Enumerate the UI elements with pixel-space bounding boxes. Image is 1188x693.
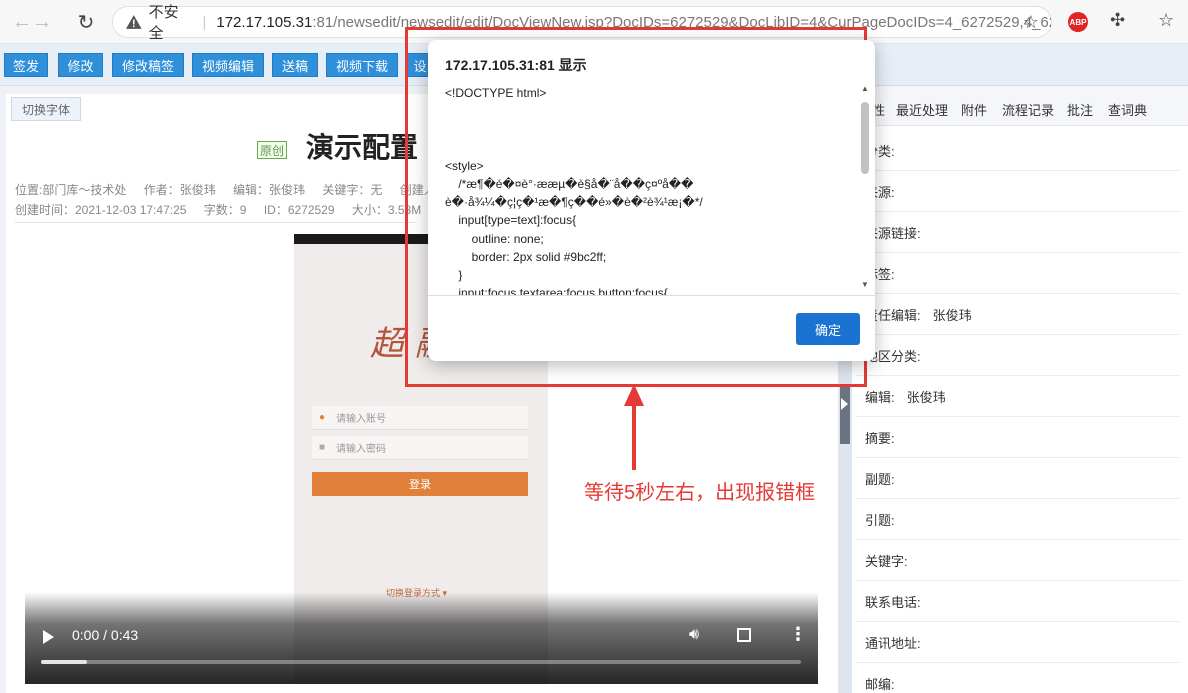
tab-attachments[interactable]: 附件 — [961, 100, 987, 119]
document-title: 演示配置 — [306, 132, 419, 163]
property-row[interactable]: 来源链接: — [856, 212, 1180, 253]
properties-panel: 性 最近处理 附件 流程记录 批注 查词典 分类: 来源: 来源链接: 标签: 责任编辑… — [852, 86, 1188, 693]
lock-icon: ■ — [319, 442, 326, 453]
insecure-label[interactable]: 不安全 — [149, 1, 193, 43]
property-row[interactable]: 摘要: — [856, 417, 1180, 458]
url-separator: | — [202, 13, 207, 31]
forward-icon[interactable]: → — [28, 8, 56, 36]
property-value: 张俊玮 — [932, 307, 972, 323]
scroll-thumb[interactable] — [861, 102, 869, 174]
collapse-grip[interactable] — [840, 384, 850, 444]
account-placeholder: 请输入账号 — [336, 414, 386, 425]
property-label: 通讯地址: — [865, 635, 921, 651]
video-time: 0:00 / 0:43 — [72, 627, 139, 643]
video-download-button[interactable]: 视频下载 — [326, 53, 398, 77]
video-login-button: 登录 — [312, 472, 528, 496]
properties-tabs: 性 最近处理 附件 流程记录 批注 查词典 — [852, 86, 1188, 126]
password-placeholder: 请输入密码 — [336, 444, 386, 455]
property-label: 关键字: — [865, 553, 908, 569]
scroll-down-icon[interactable]: ▼ — [861, 280, 869, 289]
alert-dialog: 172.17.105.31:81 显示 <!DOCTYPE html> <sty… — [428, 40, 875, 361]
warning-icon[interactable] — [125, 14, 143, 30]
property-row[interactable]: 联系电话: — [856, 581, 1180, 622]
property-row[interactable]: 关键字: — [856, 540, 1180, 581]
property-row[interactable]: 来源: — [856, 171, 1180, 212]
video-controls: 0:00 / 0:43 🔊︎ ⋮ — [25, 592, 818, 684]
user-icon: ● — [319, 412, 326, 423]
meta-divider — [15, 222, 415, 223]
dialog-body[interactable]: <!DOCTYPE html> <style> /*æ¶�é�¤è°·ææµ�è… — [428, 80, 875, 296]
property-label: 联系电话: — [865, 594, 921, 610]
property-value: 张俊玮 — [906, 389, 946, 405]
property-label: 引题: — [865, 512, 895, 528]
favorites-icon[interactable]: ☆ — [1158, 10, 1174, 31]
property-row[interactable]: 副题: — [856, 458, 1180, 499]
meta-keywords: 关键字：无 — [322, 183, 383, 197]
dialog-scrollbar[interactable]: ▲ ▼ — [859, 84, 871, 292]
property-row[interactable]: 编辑: 张俊玮 — [856, 376, 1180, 417]
sign-off-button[interactable]: 签发 — [4, 53, 48, 77]
modify-draft-button[interactable]: 修改稿签 — [112, 53, 184, 77]
volume-icon[interactable]: 🔊︎ — [689, 626, 699, 644]
property-row[interactable]: 责任编辑: 张俊玮 — [856, 294, 1180, 335]
meta-author: 作者：张俊玮 — [143, 183, 216, 197]
dialog-message: <!DOCTYPE html> <style> /*æ¶�é�¤è°·ææµ�è… — [445, 86, 703, 296]
property-label: 副题: — [865, 471, 895, 487]
original-badge: 原创 — [257, 141, 287, 159]
video-password-field: ■ 请输入密码 — [312, 436, 528, 460]
reload-icon[interactable]: ↻ — [72, 8, 100, 36]
video-progress-fill — [41, 660, 87, 664]
tab-dictionary[interactable]: 查词典 — [1108, 100, 1147, 119]
dialog-title: 172.17.105.31:81 显示 — [445, 57, 587, 73]
property-row[interactable]: 地区分类: — [856, 335, 1180, 376]
ok-button[interactable]: 确定 — [796, 313, 860, 345]
annotation-arrow — [632, 392, 636, 470]
property-label: 摘要: — [865, 430, 895, 446]
property-label: 编辑: — [865, 389, 895, 405]
scroll-up-icon[interactable]: ▲ — [861, 84, 869, 93]
video-progress-bar[interactable] — [41, 660, 801, 664]
star-add-icon[interactable]: ☆ — [1023, 12, 1039, 33]
property-row[interactable]: 分类: — [856, 130, 1180, 171]
property-row[interactable]: 通讯地址: — [856, 622, 1180, 663]
more-options-icon[interactable]: ⋮ — [789, 624, 807, 645]
fullscreen-icon[interactable] — [737, 628, 751, 642]
property-label: 邮编: — [865, 676, 895, 692]
property-row[interactable]: 邮编: — [856, 663, 1180, 693]
video-account-field: ● 请输入账号 — [312, 406, 528, 430]
url-host: 172.17.105.31 — [216, 13, 313, 31]
collapse-arrow-icon — [841, 398, 848, 410]
meta-location: 位置:部门库～技术处 — [15, 183, 127, 197]
tab-recent[interactable]: 最近处理 — [896, 100, 948, 119]
meta-word-count: 字数：9 — [203, 203, 247, 217]
annotation-text: 等待5秒左右，出现报错框 — [584, 482, 816, 504]
meta-doc-id: ID：6272529 — [263, 203, 335, 217]
meta-editor: 编辑：张俊玮 — [233, 183, 306, 197]
property-row[interactable]: 引题: — [856, 499, 1180, 540]
tab-comments[interactable]: 批注 — [1067, 100, 1093, 119]
switch-font-button[interactable]: 切换字体 — [11, 97, 81, 121]
document-meta-line-2: 创建时间：2021-12-03 17:47:25 字数：9 ID：6272529… — [15, 201, 435, 218]
tab-flow-records[interactable]: 流程记录 — [1002, 100, 1054, 119]
video-edit-button[interactable]: 视频编辑 — [192, 53, 264, 77]
meta-created-time: 创建时间：2021-12-03 17:47:25 — [15, 203, 187, 217]
play-icon[interactable] — [43, 630, 54, 644]
property-row[interactable]: 标签: — [856, 253, 1180, 294]
extensions-icon[interactable]: ✣ — [1110, 10, 1125, 31]
send-draft-button[interactable]: 送稿 — [272, 53, 318, 77]
modify-button[interactable]: 修改 — [58, 53, 103, 77]
document-meta-line-1: 位置:部门库～技术处 作者：张俊玮 编辑：张俊玮 关键字：无 创建人： — [15, 181, 462, 198]
abp-icon[interactable]: ABP — [1068, 12, 1088, 32]
